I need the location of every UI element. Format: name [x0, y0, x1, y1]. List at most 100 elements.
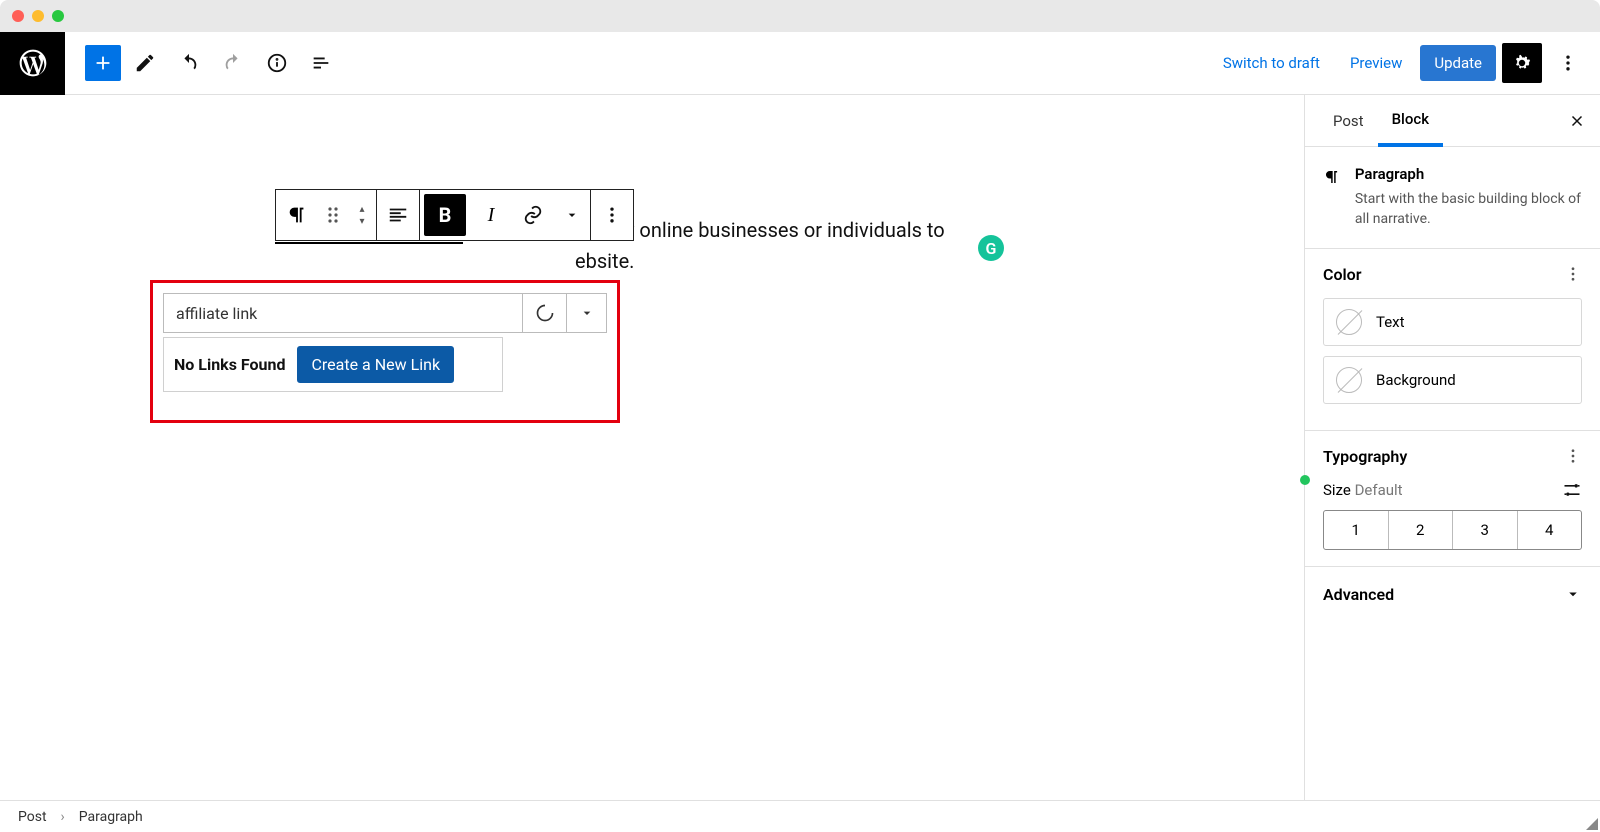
topbar-left-tools — [65, 43, 341, 83]
pencil-icon — [134, 52, 156, 74]
kebab-icon — [1558, 53, 1578, 73]
block-type-title: Paragraph — [1355, 165, 1582, 183]
link-results-panel: No Links Found Create a New Link — [163, 337, 503, 392]
paragraph-line2: ebsite. — [275, 246, 955, 277]
link-icon — [522, 204, 544, 226]
wordpress-logo[interactable] — [0, 32, 65, 95]
background-color-button[interactable]: Background — [1323, 356, 1582, 404]
empty-swatch-icon — [1336, 309, 1362, 335]
chevron-down-icon: ▾ — [359, 215, 364, 227]
info-icon — [266, 52, 288, 74]
wordpress-icon — [17, 47, 49, 79]
block-breadcrumb: Post › Paragraph — [0, 800, 1600, 832]
align-button[interactable] — [377, 190, 419, 240]
gear-icon — [1511, 52, 1533, 74]
chevron-down-icon — [1564, 585, 1582, 603]
size-option-2[interactable]: 2 — [1389, 511, 1454, 549]
close-icon — [1568, 112, 1586, 130]
color-section-title: Color — [1323, 265, 1361, 284]
link-button[interactable] — [512, 190, 554, 240]
edit-tool-button[interactable] — [125, 43, 165, 83]
plus-icon — [92, 52, 114, 74]
text-color-label: Text — [1376, 313, 1405, 331]
drag-icon — [326, 206, 340, 224]
tab-block[interactable]: Block — [1378, 95, 1443, 147]
paragraph-type-button[interactable] — [276, 190, 318, 240]
mac-maximize-dot[interactable] — [52, 10, 64, 22]
size-value: Default — [1355, 481, 1403, 499]
block-type-panel: Paragraph Start with the basic building … — [1305, 147, 1600, 249]
editor-body: ▴ ▾ B I — [0, 95, 1600, 800]
list-view-icon — [310, 52, 332, 74]
kebab-icon[interactable] — [1564, 447, 1582, 465]
empty-swatch-icon — [1336, 367, 1362, 393]
more-rich-text-button[interactable] — [554, 190, 590, 240]
more-options-button[interactable] — [1548, 43, 1588, 83]
link-popover: No Links Found Create a New Link — [150, 280, 620, 423]
mac-minimize-dot[interactable] — [32, 10, 44, 22]
editor-canvas[interactable]: ▴ ▾ B I — [0, 95, 1304, 800]
topbar-right-actions: Switch to draft Preview Update — [1211, 43, 1588, 83]
tab-post[interactable]: Post — [1319, 95, 1378, 147]
advanced-section-toggle[interactable]: Advanced — [1305, 567, 1600, 622]
kebab-icon — [602, 205, 622, 225]
typography-title: Typography — [1323, 447, 1407, 466]
block-toolbar: ▴ ▾ B I — [275, 189, 634, 241]
status-indicator-dot — [1300, 475, 1310, 485]
resize-handle[interactable] — [1586, 818, 1598, 830]
chevron-down-icon — [564, 207, 580, 223]
settings-sidebar: Post Block Paragraph Start with the basi… — [1304, 95, 1600, 800]
grammarly-badge[interactable]: G — [978, 235, 1004, 261]
block-type-desc: Start with the basic building block of a… — [1355, 189, 1582, 230]
chevron-down-icon — [579, 305, 595, 321]
close-sidebar-button[interactable] — [1568, 112, 1586, 130]
move-up-down[interactable]: ▴ ▾ — [348, 190, 376, 240]
breadcrumb-paragraph[interactable]: Paragraph — [79, 809, 143, 825]
text-color-button[interactable]: Text — [1323, 298, 1582, 346]
no-links-label: No Links Found — [174, 355, 285, 374]
undo-button[interactable] — [169, 43, 209, 83]
annotation-highlight: No Links Found Create a New Link — [150, 280, 620, 423]
sidebar-tabs: Post Block — [1305, 95, 1600, 147]
mac-close-dot[interactable] — [12, 10, 24, 22]
link-options-toggle[interactable] — [567, 293, 607, 333]
bold-button[interactable]: B — [424, 194, 466, 236]
size-label: Size — [1323, 481, 1351, 499]
outline-button[interactable] — [301, 43, 341, 83]
size-option-3[interactable]: 3 — [1453, 511, 1518, 549]
italic-button[interactable]: I — [470, 190, 512, 240]
pilcrow-icon — [1323, 165, 1341, 189]
mac-titlebar — [0, 0, 1600, 32]
pilcrow-icon — [286, 204, 308, 226]
create-new-link-button[interactable]: Create a New Link — [297, 346, 454, 383]
breadcrumb-separator: › — [61, 809, 65, 825]
update-button[interactable]: Update — [1420, 45, 1496, 81]
kebab-icon[interactable] — [1564, 265, 1582, 283]
advanced-label: Advanced — [1323, 585, 1394, 604]
size-button-group: 1 2 3 4 — [1323, 510, 1582, 550]
editor-top-bar: Switch to draft Preview Update — [0, 32, 1600, 95]
sliders-icon[interactable] — [1562, 480, 1582, 500]
breadcrumb-post[interactable]: Post — [18, 809, 47, 825]
drag-handle[interactable] — [318, 190, 348, 240]
add-block-button[interactable] — [85, 45, 121, 81]
chevron-up-icon: ▴ — [359, 203, 364, 215]
typography-section: Typography Size Default 1 2 3 4 — [1305, 431, 1600, 567]
preview-link[interactable]: Preview — [1338, 46, 1414, 80]
link-search-input[interactable] — [163, 293, 523, 333]
info-button[interactable] — [257, 43, 297, 83]
spinner-icon — [535, 303, 555, 323]
redo-button[interactable] — [213, 43, 253, 83]
settings-button[interactable] — [1502, 43, 1542, 83]
align-left-icon — [387, 204, 409, 226]
size-option-1[interactable]: 1 — [1324, 511, 1389, 549]
undo-icon — [178, 52, 200, 74]
color-section: Color Text Background — [1305, 249, 1600, 431]
size-option-4[interactable]: 4 — [1518, 511, 1582, 549]
block-more-button[interactable] — [591, 190, 633, 240]
content-column: ▴ ▾ B I — [275, 215, 955, 277]
background-color-label: Background — [1376, 371, 1456, 389]
link-loading-button[interactable] — [523, 293, 567, 333]
switch-to-draft-link[interactable]: Switch to draft — [1211, 46, 1332, 80]
redo-icon — [222, 52, 244, 74]
